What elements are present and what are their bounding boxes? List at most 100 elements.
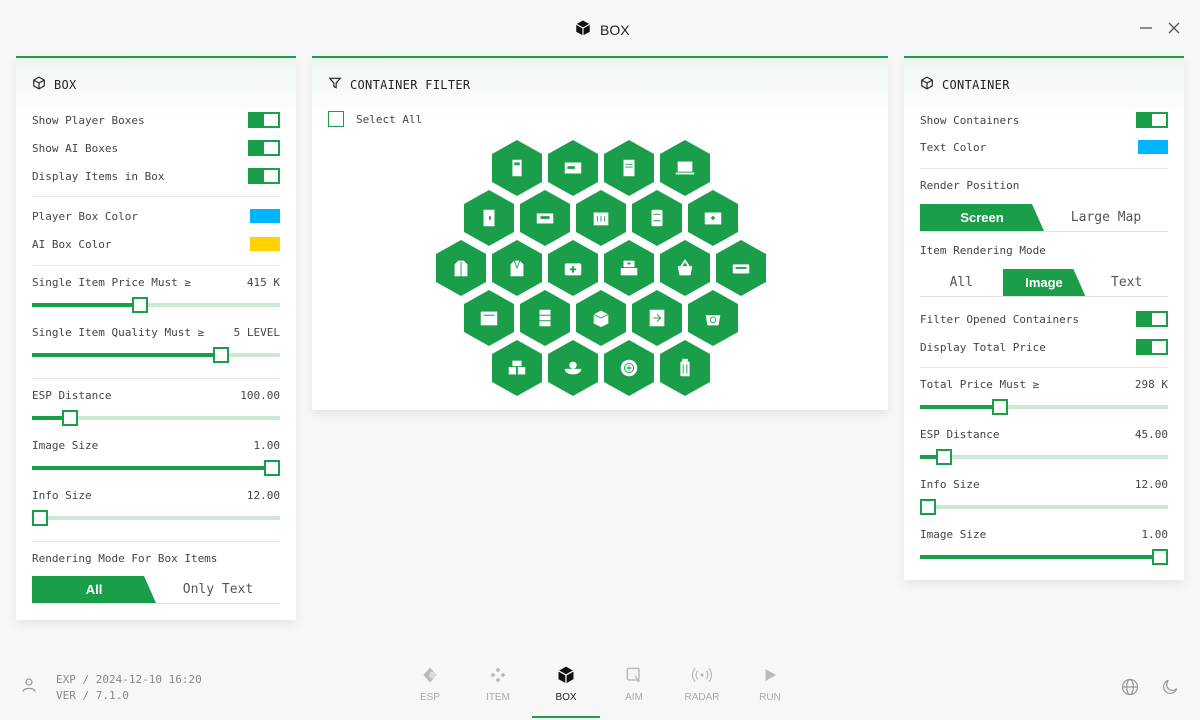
display-total-toggle[interactable]	[1136, 339, 1168, 355]
render-position-screen[interactable]: Screen	[920, 204, 1044, 231]
show-containers-toggle[interactable]	[1136, 112, 1168, 128]
container-type-tile[interactable]	[548, 140, 598, 196]
price-slider[interactable]	[32, 297, 280, 313]
slider-thumb[interactable]	[1152, 549, 1168, 565]
nav-box-label: BOX	[555, 692, 577, 703]
container-type-tile[interactable]	[660, 240, 710, 296]
nav-box[interactable]: BOX	[532, 662, 600, 718]
total-price-slider[interactable]	[920, 399, 1168, 415]
close-icon	[1168, 22, 1180, 34]
quality-slider[interactable]	[32, 347, 280, 363]
container-icon	[593, 212, 609, 226]
display-items-toggle[interactable]	[248, 168, 280, 184]
slider-thumb[interactable]	[264, 460, 280, 476]
slider-thumb[interactable]	[991, 399, 1008, 415]
container-type-tile[interactable]	[464, 290, 514, 346]
container-esp-slider[interactable]	[920, 449, 1168, 465]
esp-icon	[420, 662, 440, 688]
container-icon	[564, 162, 582, 174]
select-all-checkbox[interactable]	[328, 111, 344, 127]
total-price-label: Total Price Must ≥	[920, 378, 1040, 391]
container-type-tile[interactable]	[464, 190, 514, 246]
render-position-segmented: Screen Large Map	[920, 204, 1168, 232]
slider-thumb[interactable]	[212, 347, 229, 363]
container-type-tile[interactable]	[716, 240, 766, 296]
ai-box-color-swatch[interactable]	[250, 237, 280, 251]
text-color-swatch[interactable]	[1138, 140, 1168, 154]
container-info-slider[interactable]	[920, 499, 1168, 515]
container-type-tile[interactable]	[688, 290, 738, 346]
globe-icon[interactable]	[1120, 677, 1140, 701]
container-image-slider[interactable]	[920, 549, 1168, 565]
image-size-slider[interactable]	[32, 460, 280, 476]
info-size-slider[interactable]	[32, 510, 280, 526]
container-type-tile[interactable]	[604, 340, 654, 396]
box-panel-header: BOX	[32, 76, 77, 93]
container-type-tile[interactable]	[520, 290, 570, 346]
esp-distance-value: 100.00	[240, 389, 280, 402]
render-position-large-map[interactable]: Large Map	[1044, 204, 1168, 231]
container-filter-panel: CONTAINER FILTER Select All	[312, 56, 888, 410]
nav-run[interactable]: RUN	[736, 662, 804, 718]
player-box-color-swatch[interactable]	[250, 209, 280, 223]
container-type-tile[interactable]	[632, 290, 682, 346]
user-icon[interactable]	[20, 676, 38, 698]
slider-thumb[interactable]	[936, 449, 953, 465]
container-type-tile[interactable]	[436, 240, 486, 296]
container-type-tile[interactable]	[492, 140, 542, 196]
esp-distance-slider[interactable]	[32, 410, 280, 426]
show-ai-boxes-label: Show AI Boxes	[32, 141, 119, 155]
slider-thumb[interactable]	[32, 510, 48, 526]
filter-icon	[328, 76, 342, 93]
container-type-tile[interactable]	[492, 240, 542, 296]
nav-esp[interactable]: ESP	[396, 662, 464, 718]
aim-icon	[624, 662, 644, 688]
item-mode-segmented: All Image Text	[920, 269, 1168, 297]
container-type-tile[interactable]	[576, 190, 626, 246]
container-type-tile[interactable]	[632, 190, 682, 246]
box-panel-title: BOX	[54, 77, 77, 92]
filter-opened-row: Filter Opened Containers	[920, 311, 1168, 327]
show-player-boxes-toggle[interactable]	[248, 112, 280, 128]
item-mode-image[interactable]: Image	[1003, 269, 1086, 296]
nav-radar[interactable]: RADAR	[668, 662, 736, 718]
nav-aim[interactable]: AIM	[600, 662, 668, 718]
moon-icon[interactable]	[1160, 677, 1180, 701]
rendering-mode-only-text[interactable]: Only Text	[156, 576, 280, 603]
container-type-tile[interactable]	[660, 340, 710, 396]
ai-box-color-row: AI Box Color	[32, 237, 280, 251]
item-mode-text[interactable]: Text	[1085, 269, 1168, 296]
window-title: BOX	[574, 19, 630, 40]
container-type-tile[interactable]	[604, 140, 654, 196]
container-type-tile[interactable]	[576, 290, 626, 346]
container-icon	[483, 209, 495, 227]
container-type-tile[interactable]	[688, 190, 738, 246]
slider-thumb[interactable]	[62, 410, 79, 426]
display-total-label: Display Total Price	[920, 340, 1046, 354]
container-type-tile[interactable]	[548, 240, 598, 296]
minimize-button[interactable]	[1136, 18, 1156, 38]
container-type-tile[interactable]	[520, 190, 570, 246]
player-box-color-label: Player Box Color	[32, 209, 138, 223]
container-type-tile[interactable]	[548, 340, 598, 396]
rendering-mode-all[interactable]: All	[32, 576, 156, 603]
item-mode-label: Item Rendering Mode	[920, 244, 1046, 257]
slider-thumb[interactable]	[131, 297, 148, 313]
container-icon	[620, 260, 638, 276]
container-type-tile[interactable]	[604, 240, 654, 296]
text-color-label: Text Color	[920, 140, 987, 154]
close-button[interactable]	[1164, 18, 1184, 38]
slider-thumb[interactable]	[920, 499, 936, 515]
item-mode-all[interactable]: All	[920, 269, 1003, 296]
container-type-tile[interactable]	[660, 140, 710, 196]
divider	[920, 367, 1168, 368]
esp-distance-row: ESP Distance 100.00	[32, 389, 280, 402]
show-ai-boxes-toggle[interactable]	[248, 140, 280, 156]
container-info-label: Info Size	[920, 478, 980, 491]
divider	[32, 265, 280, 266]
container-type-tile[interactable]	[492, 340, 542, 396]
image-size-label: Image Size	[32, 439, 99, 452]
container-icon	[620, 359, 638, 377]
filter-opened-toggle[interactable]	[1136, 311, 1168, 327]
nav-item[interactable]: ITEM	[464, 662, 532, 718]
